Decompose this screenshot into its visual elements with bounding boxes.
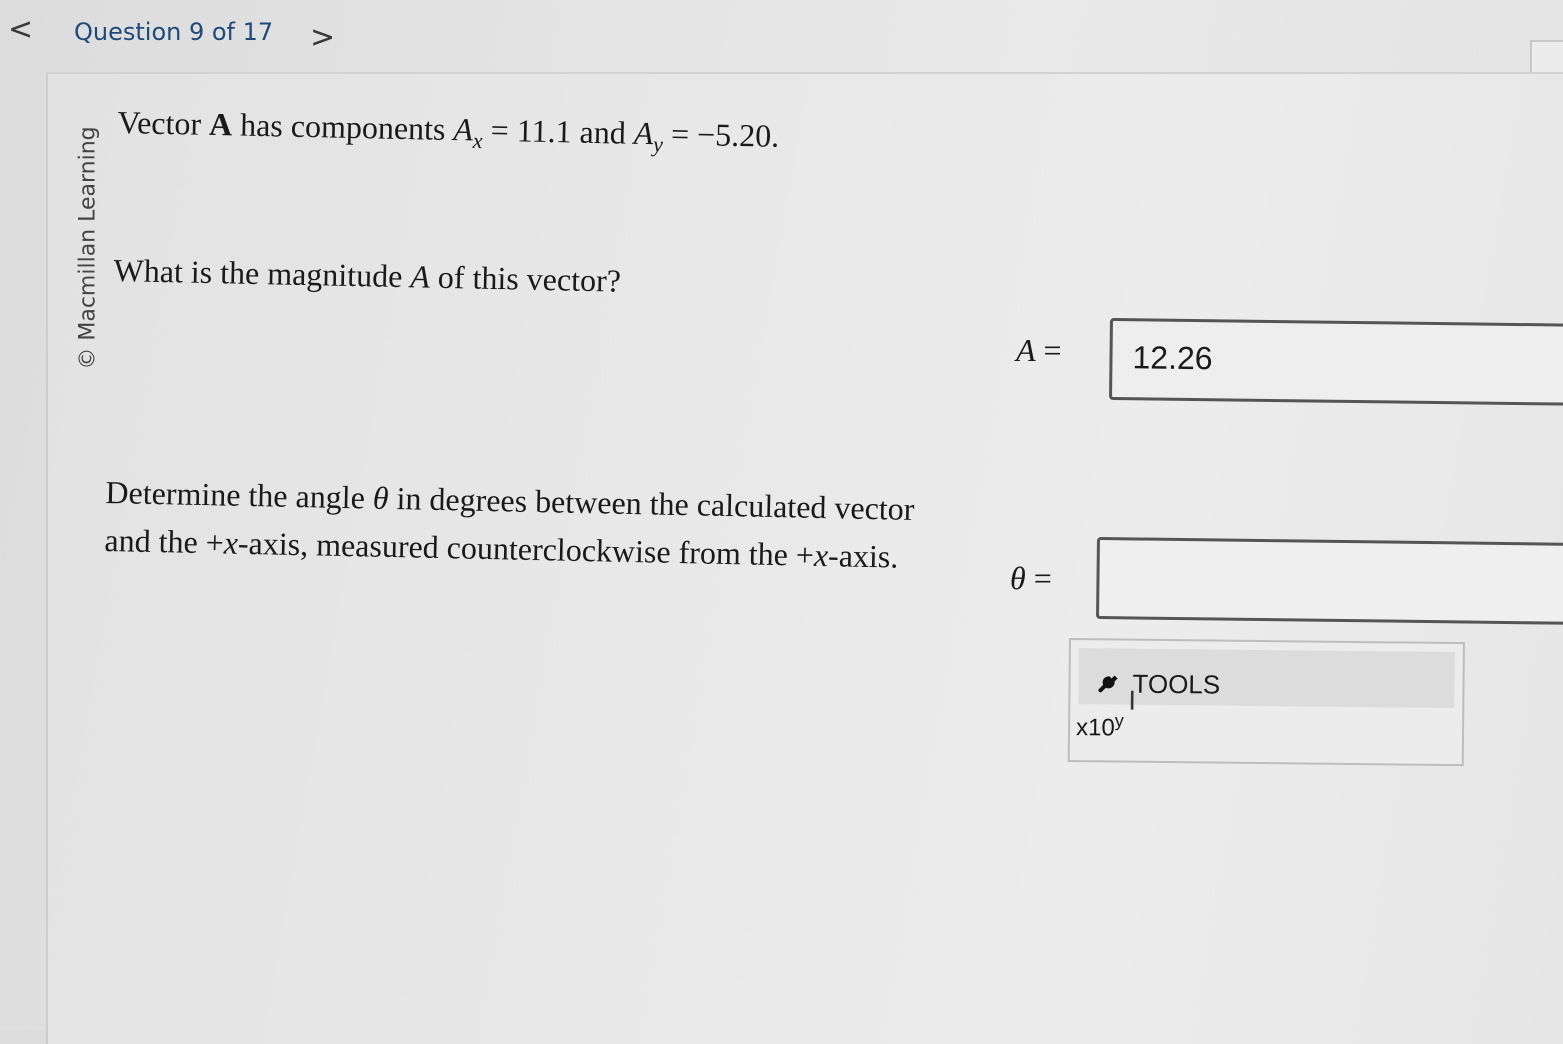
ay-subscript: y	[652, 131, 664, 157]
ay-symbol: A	[633, 114, 654, 152]
x10-superscript: y	[1114, 710, 1124, 731]
x-symbol-2: x	[813, 536, 829, 574]
ax-symbol: A	[453, 111, 474, 148]
part-b-line1-prefix: Determine the angle	[105, 473, 374, 516]
vector-name: A	[208, 105, 233, 143]
part-a-suffix: of this vector?	[429, 258, 622, 299]
wrench-icon[interactable]	[1096, 668, 1122, 694]
question-counter: Question 9 of 17	[74, 18, 274, 46]
magnitude-label: A =	[1016, 332, 1062, 369]
angle-equals: =	[1025, 560, 1052, 596]
x-symbol: x	[223, 524, 239, 561]
tools-label[interactable]: TOOLS	[1132, 669, 1220, 701]
scientific-notation-button[interactable]: x10y	[1076, 710, 1124, 742]
magnitude-answer-value: 12.26	[1132, 339, 1213, 377]
ax-subscript: x	[472, 127, 483, 154]
stem-mid: has components	[231, 106, 454, 148]
part-b-line3-suffix: -axis.	[827, 537, 899, 575]
top-navigation-bar: < Question 9 of 17 >	[0, 0, 1563, 70]
part-a-symbol: A	[409, 258, 431, 295]
x10-label: x10	[1075, 714, 1115, 742]
part-b-question: Determine the angle θ in degrees between…	[104, 468, 946, 582]
chevron-right-icon[interactable]: >	[310, 20, 335, 55]
chevron-left-icon[interactable]: <	[8, 12, 33, 47]
magnitude-answer-field[interactable]: 12.26	[1108, 318, 1563, 406]
copyright-label: © Macmillan Learning	[75, 126, 101, 370]
ay-value: = −5.20.	[662, 115, 780, 154]
angle-answer-field[interactable]	[1095, 537, 1563, 625]
stem-prefix: Vector	[117, 104, 210, 142]
angle-symbol: θ	[1010, 560, 1026, 596]
part-a-prefix: What is the magnitude	[113, 252, 411, 295]
theta-symbol: θ	[372, 479, 389, 516]
magnitude-equals: =	[1035, 332, 1062, 368]
angle-label: θ =	[1010, 560, 1052, 597]
ax-value: = 11.1 and	[482, 111, 635, 151]
text-cursor-icon: I	[1128, 686, 1137, 717]
part-b-line2-mid: -axis, measured counterclockwise from th…	[237, 524, 815, 573]
magnitude-symbol: A	[1016, 332, 1036, 368]
tools-panel: TOOLS x10y I	[1067, 638, 1465, 767]
